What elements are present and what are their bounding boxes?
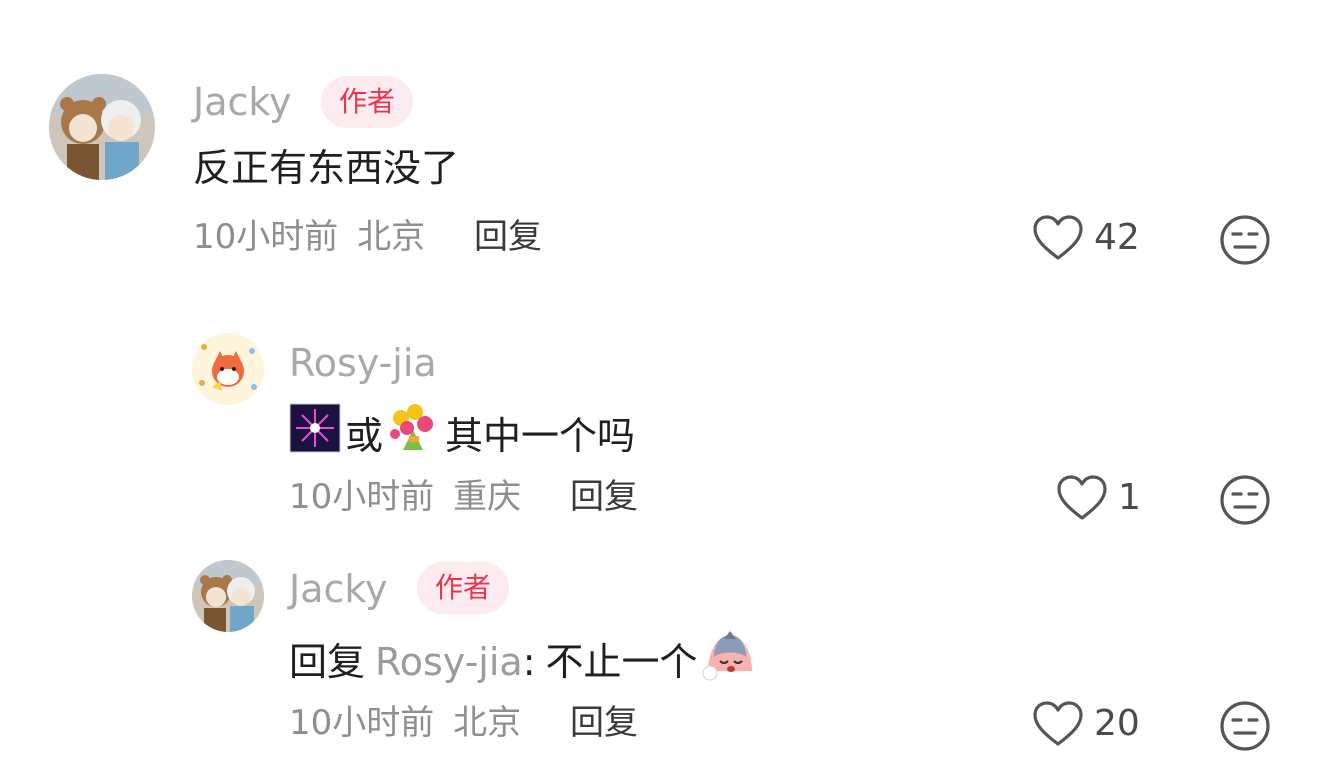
bouquet-emoji-icon (385, 400, 441, 471)
comment-text-part: 不止一个 (545, 639, 698, 684)
heart-icon (1032, 700, 1084, 748)
reply-button[interactable]: 回复 (570, 699, 638, 747)
comment-location: 重庆 (453, 477, 522, 517)
comment-location: 北京 (453, 703, 522, 743)
dislike-face-icon[interactable] (1219, 474, 1271, 526)
author-badge: 作者 (417, 562, 510, 614)
like-count: 1 (1118, 477, 1141, 518)
avatar[interactable] (49, 74, 155, 180)
comment-time: 10小时前 (289, 703, 435, 743)
comment-text[interactable]: 回复 Rosy-jia : 不止一个 (289, 627, 756, 696)
like-count: 42 (1094, 217, 1140, 258)
reply-button[interactable]: 回复 (474, 213, 542, 261)
like-button[interactable]: 42 (1032, 214, 1140, 262)
dislike-face-icon[interactable] (1219, 214, 1271, 266)
reply-prefix: 回复 (289, 639, 366, 684)
avatar[interactable] (192, 560, 264, 632)
comment-text[interactable]: 反正有东西没了 (193, 140, 459, 196)
reply-separator: : (522, 639, 536, 684)
like-button[interactable]: 20 (1032, 700, 1140, 748)
like-button[interactable]: 1 (1056, 474, 1141, 522)
dislike-face-icon[interactable] (1219, 700, 1271, 752)
comment-text[interactable]: 或 其中一个吗 (289, 400, 635, 471)
reply-button[interactable]: 回复 (570, 473, 638, 521)
author-name[interactable]: Jacky (289, 565, 388, 613)
heart-icon (1056, 474, 1108, 522)
like-count: 20 (1094, 703, 1140, 744)
comment-text-part: 或 (345, 413, 384, 458)
sweating-face-emoji-icon (700, 627, 756, 696)
comment-time: 10小时前 (193, 217, 339, 257)
comment-text-part: 其中一个吗 (445, 413, 636, 458)
comment-time: 10小时前 (289, 477, 435, 517)
comment-meta: 10小时前 北京 (289, 699, 521, 747)
comment-meta: 10小时前 重庆 (289, 473, 521, 521)
comment-meta: 10小时前 北京 (193, 213, 425, 261)
comment-location: 北京 (357, 217, 426, 257)
author-badge: 作者 (321, 76, 414, 128)
author-name[interactable]: Rosy-jia (289, 339, 437, 387)
fireworks-emoji-icon (289, 401, 343, 470)
avatar[interactable] (192, 333, 264, 405)
reply-to-user[interactable]: Rosy-jia (375, 634, 523, 690)
author-name[interactable]: Jacky (193, 78, 292, 126)
heart-icon (1032, 214, 1084, 262)
